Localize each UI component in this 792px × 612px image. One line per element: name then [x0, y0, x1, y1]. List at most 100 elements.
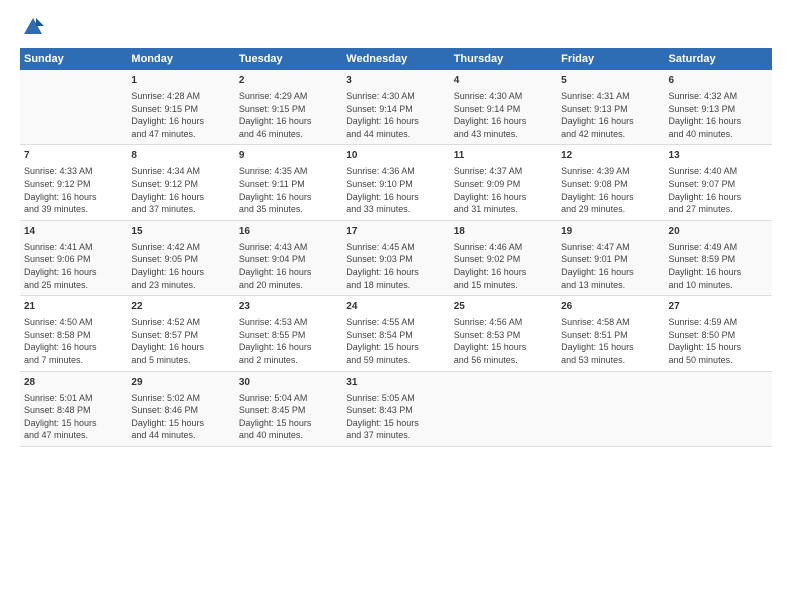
day-info-line: Daylight: 16 hours	[131, 115, 230, 128]
day-info-line: Sunrise: 4:35 AM	[239, 165, 338, 178]
day-info-line: and 18 minutes.	[346, 279, 445, 292]
day-info-line: and 37 minutes.	[131, 203, 230, 216]
day-number: 6	[669, 74, 768, 88]
day-info-line: Daylight: 15 hours	[346, 341, 445, 354]
calendar-cell: 1Sunrise: 4:28 AMSunset: 9:15 PMDaylight…	[127, 70, 234, 145]
day-info-line: Sunset: 9:01 PM	[561, 253, 660, 266]
calendar-cell: 12Sunrise: 4:39 AMSunset: 9:08 PMDayligh…	[557, 145, 664, 220]
day-number: 14	[24, 225, 123, 239]
day-info-line: and 2 minutes.	[239, 354, 338, 367]
calendar-cell: 10Sunrise: 4:36 AMSunset: 9:10 PMDayligh…	[342, 145, 449, 220]
day-info-line: Sunset: 8:51 PM	[561, 329, 660, 342]
day-number: 28	[24, 376, 123, 390]
day-info-line: Daylight: 16 hours	[561, 115, 660, 128]
day-info-line: Sunset: 8:58 PM	[24, 329, 123, 342]
day-info-line: and 7 minutes.	[24, 354, 123, 367]
day-number: 11	[454, 149, 553, 163]
calendar-cell: 8Sunrise: 4:34 AMSunset: 9:12 PMDaylight…	[127, 145, 234, 220]
day-info-line: Sunrise: 4:45 AM	[346, 241, 445, 254]
calendar-row: 28Sunrise: 5:01 AMSunset: 8:48 PMDayligh…	[20, 371, 772, 446]
day-info-line: Sunset: 9:10 PM	[346, 178, 445, 191]
day-info-line: Sunset: 8:54 PM	[346, 329, 445, 342]
calendar-row: 1Sunrise: 4:28 AMSunset: 9:15 PMDaylight…	[20, 70, 772, 145]
day-info-line: and 44 minutes.	[131, 429, 230, 442]
day-info-line: and 47 minutes.	[131, 128, 230, 141]
day-number: 12	[561, 149, 660, 163]
day-info-line: Sunset: 8:43 PM	[346, 404, 445, 417]
day-info-line: Sunset: 8:59 PM	[669, 253, 768, 266]
day-info-line: Sunset: 9:13 PM	[669, 103, 768, 116]
day-info-line: Sunset: 9:09 PM	[454, 178, 553, 191]
day-number: 9	[239, 149, 338, 163]
day-info-line: Daylight: 16 hours	[669, 115, 768, 128]
calendar-cell: 19Sunrise: 4:47 AMSunset: 9:01 PMDayligh…	[557, 220, 664, 295]
day-info-line: Daylight: 16 hours	[239, 191, 338, 204]
day-info-line: and 29 minutes.	[561, 203, 660, 216]
day-number: 30	[239, 376, 338, 390]
day-info-line: Daylight: 16 hours	[454, 191, 553, 204]
day-info-line: and 43 minutes.	[454, 128, 553, 141]
day-info-line: Sunset: 9:07 PM	[669, 178, 768, 191]
day-info-line: Daylight: 16 hours	[24, 191, 123, 204]
day-number: 20	[669, 225, 768, 239]
day-info-line: Daylight: 15 hours	[239, 417, 338, 430]
day-info-line: Daylight: 16 hours	[24, 341, 123, 354]
calendar-cell: 18Sunrise: 4:46 AMSunset: 9:02 PMDayligh…	[450, 220, 557, 295]
calendar-cell: 26Sunrise: 4:58 AMSunset: 8:51 PMDayligh…	[557, 296, 664, 371]
day-info-line: Sunset: 8:57 PM	[131, 329, 230, 342]
day-info-line: Daylight: 15 hours	[24, 417, 123, 430]
day-info-line: Sunset: 9:12 PM	[24, 178, 123, 191]
day-info-line: Sunrise: 4:47 AM	[561, 241, 660, 254]
day-info-line: Daylight: 16 hours	[454, 266, 553, 279]
header	[20, 16, 772, 38]
day-info-line: Daylight: 15 hours	[131, 417, 230, 430]
day-info-line: Sunset: 9:13 PM	[561, 103, 660, 116]
day-number: 21	[24, 300, 123, 314]
day-number: 22	[131, 300, 230, 314]
day-number: 27	[669, 300, 768, 314]
col-header-saturday: Saturday	[665, 48, 772, 70]
day-info-line: Daylight: 16 hours	[669, 266, 768, 279]
day-info-line: Sunrise: 5:01 AM	[24, 392, 123, 405]
calendar-row: 21Sunrise: 4:50 AMSunset: 8:58 PMDayligh…	[20, 296, 772, 371]
day-number: 7	[24, 149, 123, 163]
calendar-cell: 4Sunrise: 4:30 AMSunset: 9:14 PMDaylight…	[450, 70, 557, 145]
calendar-cell: 9Sunrise: 4:35 AMSunset: 9:11 PMDaylight…	[235, 145, 342, 220]
day-info-line: Daylight: 16 hours	[346, 266, 445, 279]
calendar-cell: 31Sunrise: 5:05 AMSunset: 8:43 PMDayligh…	[342, 371, 449, 446]
day-info-line: and 10 minutes.	[669, 279, 768, 292]
day-info-line: and 47 minutes.	[24, 429, 123, 442]
day-info-line: Sunrise: 4:49 AM	[669, 241, 768, 254]
day-info-line: Sunrise: 4:40 AM	[669, 165, 768, 178]
day-info-line: Daylight: 16 hours	[346, 191, 445, 204]
day-info-line: Daylight: 16 hours	[239, 341, 338, 354]
day-number: 13	[669, 149, 768, 163]
day-info-line: Sunrise: 4:28 AM	[131, 90, 230, 103]
day-info-line: Sunset: 9:15 PM	[239, 103, 338, 116]
day-number: 16	[239, 225, 338, 239]
day-info-line: and 56 minutes.	[454, 354, 553, 367]
day-info-line: Sunset: 8:48 PM	[24, 404, 123, 417]
day-info-line: Daylight: 16 hours	[561, 266, 660, 279]
day-info-line: Daylight: 16 hours	[669, 191, 768, 204]
day-info-line: Sunset: 9:05 PM	[131, 253, 230, 266]
calendar-cell: 13 Sunrise: 4:40 AMSunset: 9:07 PMDayligh…	[665, 145, 772, 220]
calendar-cell: 2Sunrise: 4:29 AMSunset: 9:15 PMDaylight…	[235, 70, 342, 145]
day-number: 4	[454, 74, 553, 88]
calendar-cell: 15Sunrise: 4:42 AMSunset: 9:05 PMDayligh…	[127, 220, 234, 295]
day-info-line: and 39 minutes.	[24, 203, 123, 216]
calendar-cell: 25Sunrise: 4:56 AMSunset: 8:53 PMDayligh…	[450, 296, 557, 371]
day-info-line: Sunrise: 4:50 AM	[24, 316, 123, 329]
day-number: 23	[239, 300, 338, 314]
day-info-line: Sunset: 8:55 PM	[239, 329, 338, 342]
day-info-line: Daylight: 16 hours	[131, 341, 230, 354]
day-number: 3	[346, 74, 445, 88]
day-info-line: and 35 minutes.	[239, 203, 338, 216]
day-info-line: Daylight: 15 hours	[561, 341, 660, 354]
day-info-line: and 25 minutes.	[24, 279, 123, 292]
day-info-line: Daylight: 16 hours	[131, 191, 230, 204]
day-info-line: Sunrise: 4:39 AM	[561, 165, 660, 178]
day-info-line: Sunset: 9:06 PM	[24, 253, 123, 266]
day-info-line: Sunset: 9:12 PM	[131, 178, 230, 191]
day-info-line: Sunrise: 4:56 AM	[454, 316, 553, 329]
